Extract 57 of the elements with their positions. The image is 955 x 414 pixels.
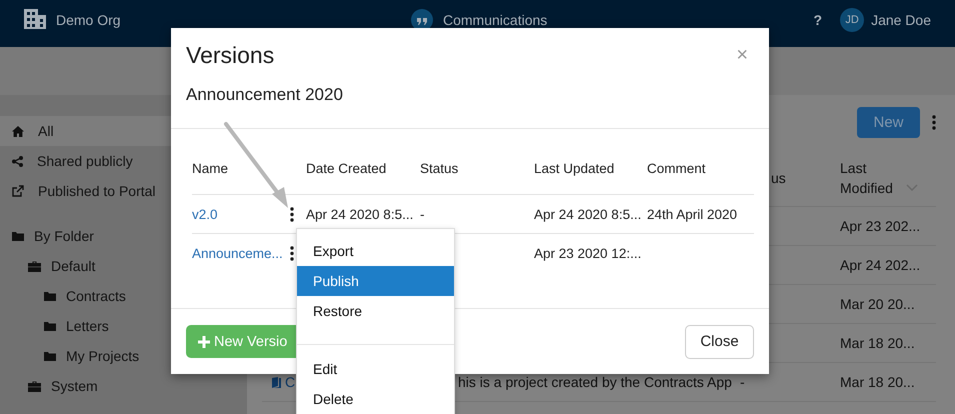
menu-item[interactable]: Delete xyxy=(297,384,454,414)
close-button[interactable]: Close xyxy=(685,324,754,358)
folder-label[interactable]: Letters xyxy=(66,318,109,334)
table-cell-text: Apr 24 202... xyxy=(840,257,922,273)
table-cell-text: Apr 24 2020 8:5... xyxy=(306,206,414,222)
more-icon[interactable] xyxy=(290,206,294,222)
menu-item[interactable]: Export xyxy=(297,236,454,266)
column-header: us xyxy=(771,170,787,186)
project-name[interactable]: C xyxy=(285,374,296,390)
user-avatar[interactable]: JD xyxy=(840,8,864,32)
dialog-subtitle: Announcement 2020 xyxy=(186,85,344,105)
sidebar-item[interactable]: Published to Portal xyxy=(0,176,247,206)
column-header: Last Updated xyxy=(534,161,616,176)
column-header: Comment xyxy=(647,161,707,176)
app-name[interactable]: Communications xyxy=(443,12,548,28)
table-cell-text: Apr 24 2020 8:5... xyxy=(534,206,642,222)
briefcase-icon xyxy=(28,260,41,272)
export-icon xyxy=(12,185,24,197)
column-header: Status xyxy=(420,161,460,176)
version-link[interactable]: Announceme... xyxy=(192,246,283,261)
table-cell-text: Apr 23 202... xyxy=(840,218,922,234)
table-cell-text: Mar 18 20... xyxy=(840,335,916,351)
plus-icon xyxy=(198,336,210,348)
book-icon xyxy=(272,376,281,388)
folder-icon xyxy=(44,352,56,360)
column-header: Date Created xyxy=(306,161,388,176)
help-icon[interactable]: ? xyxy=(814,12,822,28)
column-header[interactable]: Last Modified xyxy=(840,158,900,198)
briefcase-icon xyxy=(28,380,41,392)
more-icon[interactable] xyxy=(290,246,294,261)
folder-icon xyxy=(44,322,56,330)
version-link[interactable]: v2.0 xyxy=(192,206,218,222)
share-icon xyxy=(12,156,23,166)
folder-label[interactable]: System xyxy=(51,378,98,394)
home-icon xyxy=(12,126,24,136)
table-cell-text: 24th April 2020 xyxy=(647,206,738,222)
folder-icon xyxy=(44,292,56,300)
menu-item[interactable]: Publish xyxy=(297,266,454,296)
table-cell-text: Mar 18 20... xyxy=(840,374,916,390)
dialog-title: Versions xyxy=(186,42,274,69)
column-header: Name xyxy=(192,161,230,176)
table-cell-text: - xyxy=(740,374,746,390)
user-name[interactable]: Jane Doe xyxy=(871,12,931,28)
menu-item[interactable]: Restore xyxy=(297,296,454,326)
menu-item[interactable]: Edit xyxy=(297,354,454,384)
folder-label[interactable]: By Folder xyxy=(34,228,94,244)
folder-label[interactable]: My Projects xyxy=(66,348,140,364)
table-cell-text: Apr 23 2020 12:... xyxy=(534,246,642,261)
org-name[interactable]: Demo Org xyxy=(56,12,121,28)
building-icon xyxy=(24,9,46,29)
table-cell-text: his is a project created by the Contracts App xyxy=(458,374,733,390)
new-button[interactable]: New xyxy=(857,106,920,138)
table-cell-text: - xyxy=(420,206,426,222)
folder-label[interactable]: Default xyxy=(51,258,96,274)
table-cell-text: Mar 20 20... xyxy=(840,296,916,312)
folder-icon xyxy=(12,232,24,240)
folder-label[interactable]: Contracts xyxy=(66,288,126,304)
